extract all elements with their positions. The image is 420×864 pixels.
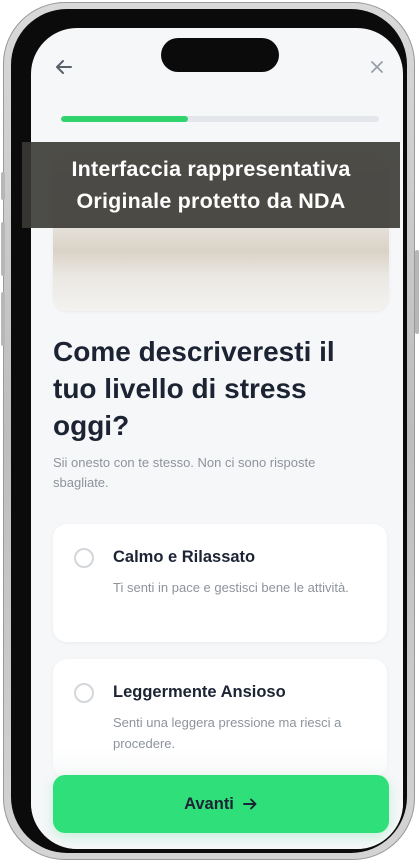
arrow-left-icon-glyph [56, 60, 72, 74]
close-icon-glyph [371, 61, 383, 73]
question-subtitle: Sii onesto con te stesso. Non ci sono ri… [53, 455, 316, 490]
radio-unselected-icon[interactable] [74, 548, 94, 568]
phone-bezel: Come descriveresti il tuo livello di str… [11, 9, 407, 853]
phone-frame: Come descriveresti il tuo livello di str… [3, 2, 415, 860]
power-button [415, 250, 419, 334]
option-title: Leggermente Ansioso [113, 683, 286, 701]
close-icon[interactable] [364, 54, 390, 80]
option-calmo-rilassato[interactable]: Calmo e Rilassato Ti senti in pace e ges… [53, 524, 387, 642]
radio-unselected-icon[interactable] [74, 683, 94, 703]
next-button-label: Avanti [184, 794, 234, 813]
option-title: Calmo e Rilassato [113, 548, 256, 566]
watermark-line-2: Originale protetto da NDA [76, 189, 346, 213]
next-button[interactable]: Avanti [53, 775, 389, 833]
arrow-left-icon[interactable] [51, 54, 77, 80]
volume-up-button [1, 222, 5, 276]
progress-fill [61, 116, 189, 122]
question-title: Come descriveresti il tuo livello di str… [53, 336, 335, 441]
nda-watermark: Interfaccia rappresentativa Originale pr… [22, 142, 400, 228]
action-button [1, 172, 5, 200]
progress-bar [61, 116, 379, 122]
volume-down-button [1, 292, 5, 346]
dynamic-island [161, 38, 279, 72]
arrow-right-icon [242, 798, 257, 810]
option-description: Ti senti in pace e gestisci bene le atti… [113, 580, 349, 595]
watermark-line-1: Interfaccia rappresentativa [71, 157, 351, 181]
